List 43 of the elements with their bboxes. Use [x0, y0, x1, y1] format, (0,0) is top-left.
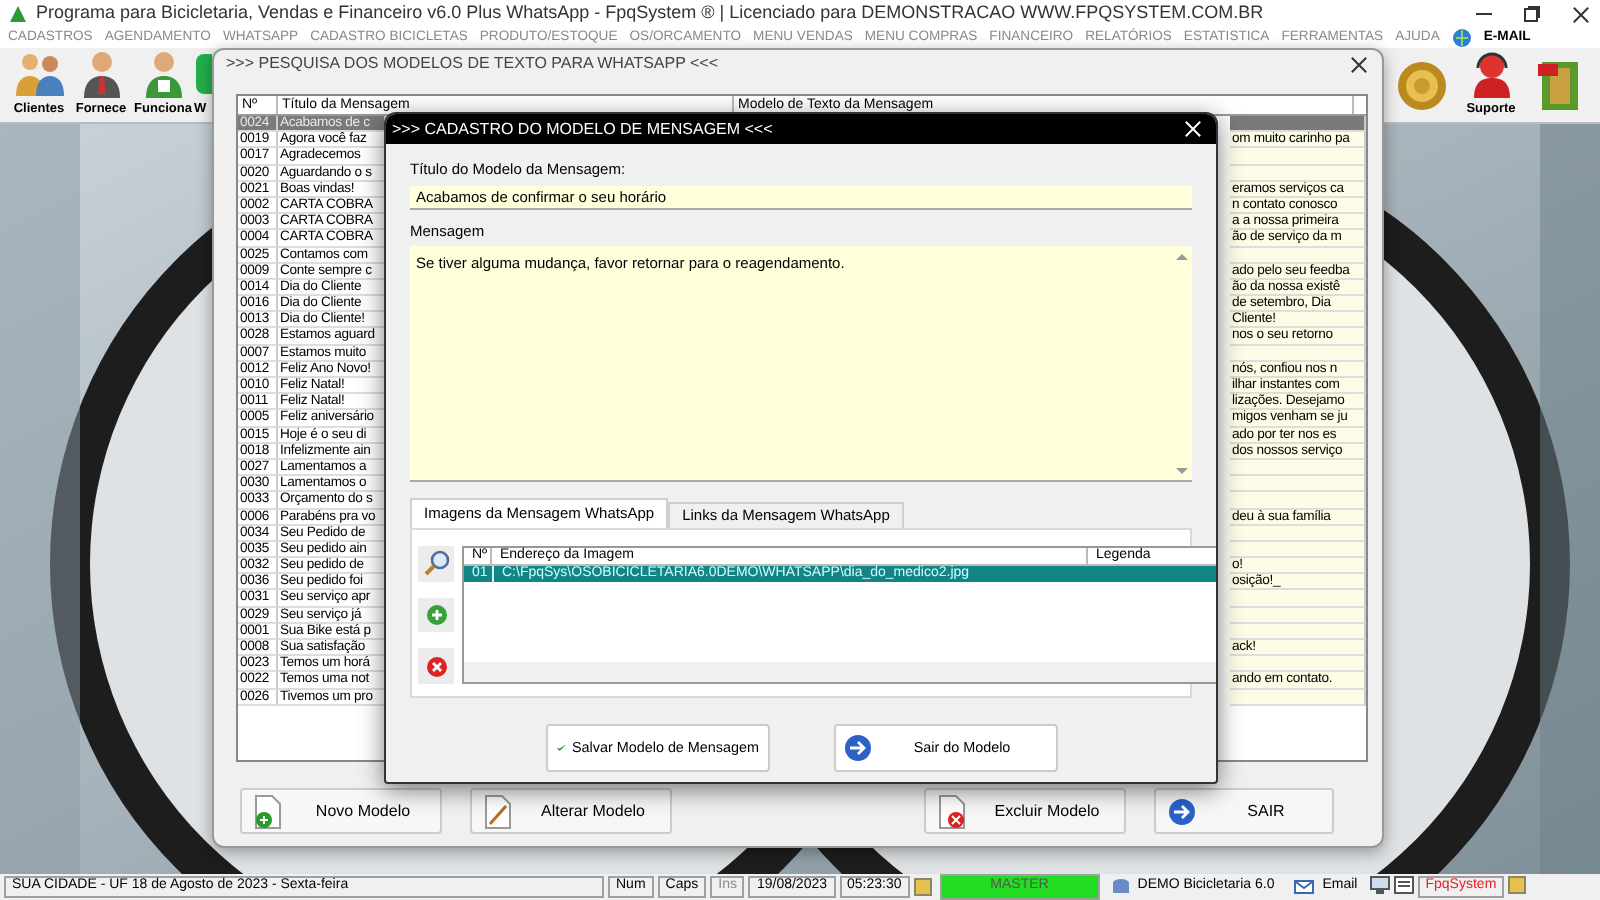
window-title: >>> PESQUISA DOS MODELOS DE TEXTO PARA WHATSAPP <<<: [226, 52, 719, 76]
delete-icon: [425, 655, 447, 678]
table-cell: [1230, 590, 1366, 608]
add-button[interactable]: [418, 597, 454, 633]
computer-icon: [1369, 876, 1390, 894]
edit-document-icon: [484, 793, 512, 829]
user-icon: [913, 878, 932, 896]
table-cell: [1230, 476, 1366, 493]
window-icon: [1393, 876, 1414, 894]
close-button[interactable]: [1568, 2, 1592, 26]
arrow-icon: [1168, 797, 1196, 825]
search-icon: [423, 550, 449, 577]
table-cell: [1230, 116, 1366, 133]
action-button[interactable]: Excluir Modelo: [924, 788, 1126, 834]
action-button[interactable]: SAIR: [1154, 788, 1334, 834]
window-title: Programa para Bicicletaria, Vendas e Financeiro v6.0 Plus WhatsApp - FpqSystem ® | Licenciado para DEMONSTRACAO WWW.FPQSYSTEM.COM.BR: [36, 0, 1264, 27]
coin-icon: [1393, 57, 1449, 113]
restore-button[interactable]: [1520, 2, 1544, 26]
restore-icon: [1522, 4, 1542, 24]
new-document-icon: [254, 793, 282, 829]
envelope-icon: [1294, 878, 1315, 896]
table-cell: [1230, 148, 1366, 166]
search-button[interactable]: [418, 546, 454, 582]
close-icon: [1571, 5, 1589, 23]
app-icon: [8, 4, 28, 24]
people-icon: [11, 50, 67, 99]
delete-document-icon: [938, 793, 966, 829]
chat-icon: [194, 50, 212, 99]
add-icon: [425, 604, 447, 626]
close-icon: [1183, 120, 1201, 138]
dialog-title: >>> CADASTRO DO MODELO DE MENSAGEM <<<: [392, 117, 773, 141]
arrow-icon: [843, 734, 871, 762]
user-icon: [1508, 876, 1527, 894]
database-icon: [1111, 878, 1130, 896]
action-button[interactable]: Novo Modelo: [240, 788, 442, 834]
table-cell: [1230, 492, 1366, 509]
table-cell: [1230, 656, 1366, 673]
close-button[interactable]: [1346, 52, 1370, 76]
globe-icon: [1451, 28, 1472, 48]
close-icon: [1349, 55, 1367, 73]
action-button[interactable]: Alterar Modelo: [470, 788, 672, 834]
scrollbar[interactable]: [464, 662, 1216, 682]
delete-button[interactable]: [418, 648, 454, 685]
